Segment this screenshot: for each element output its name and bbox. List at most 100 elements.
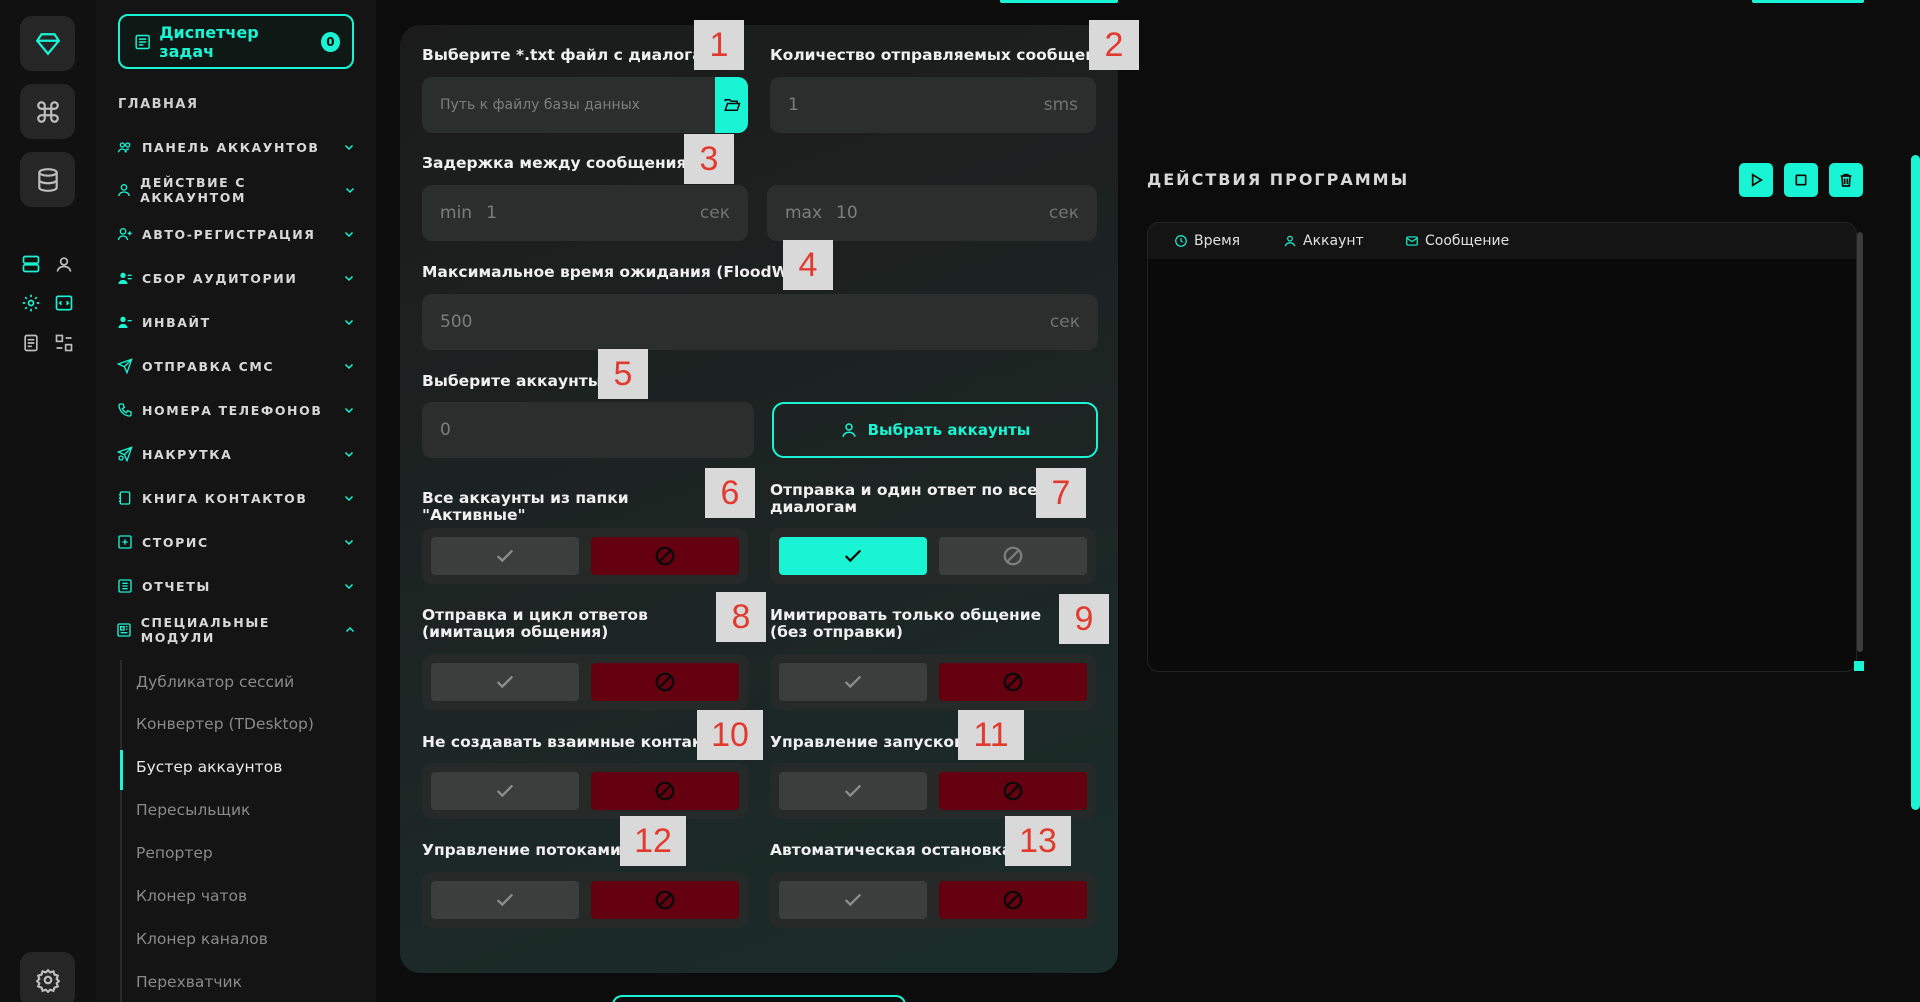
document-icon[interactable] (20, 332, 42, 354)
toggle-no[interactable] (939, 537, 1087, 575)
sidebar-subitem-converter[interactable]: Конвертер (TDesktop) (136, 715, 314, 733)
sidebar-subitem-session-duplicator[interactable]: Дубликатор сессий (136, 673, 294, 691)
block-icon (1003, 672, 1023, 692)
check-icon (844, 893, 862, 907)
sidebar-item-special-modules[interactable]: СПЕЦИАЛЬНЫЕ МОДУЛИ (116, 615, 356, 645)
stop-icon (1795, 174, 1807, 186)
sidebar-item-audience[interactable]: СБОР АУДИТОРИИ (116, 266, 356, 290)
chevron-down-icon (342, 227, 356, 241)
phone-icon (116, 401, 134, 419)
log-col-message[interactable]: Сообщение (1405, 233, 1509, 249)
chevron-down-icon (342, 403, 356, 417)
accounts-count-input[interactable]: 0 (422, 402, 754, 458)
message-count-input[interactable]: 1 sms (770, 77, 1096, 133)
option-imitate-only-label: Имитировать только общение (без отправки… (770, 606, 1042, 641)
sidebar-subitem-channel-cloner[interactable]: Клонер каналов (136, 930, 268, 948)
server-icon[interactable] (20, 253, 42, 275)
toggle-no[interactable] (591, 772, 739, 810)
sidebar-subitem-reporter[interactable]: Репортер (136, 844, 213, 862)
delay-label: Задержка между сообщениями (422, 154, 711, 172)
browse-file-button[interactable] (715, 77, 748, 133)
message-count-label: Количество отправляемых сообщений (770, 46, 1118, 64)
check-icon (496, 893, 514, 907)
floodwait-input[interactable]: 500 сек (422, 294, 1098, 350)
toggle-yes[interactable] (779, 881, 927, 919)
sidebar-item-stories[interactable]: СТОРИС (116, 530, 356, 554)
page-scrollbar[interactable] (1911, 155, 1920, 810)
start-button[interactable] (612, 995, 906, 1002)
toggle-yes[interactable] (779, 663, 927, 701)
log-col-account[interactable]: Аккаунт (1283, 233, 1364, 249)
command-icon[interactable] (20, 84, 75, 139)
log-table[interactable]: Время Аккаунт Сообщение (1147, 222, 1857, 672)
sidebar-item-invite[interactable]: ИНВАЙТ (116, 310, 356, 334)
boost-icon (116, 445, 134, 463)
toggle-yes[interactable] (779, 537, 927, 575)
top-tab-indicator (1000, 0, 1118, 3)
toggle-no[interactable] (591, 537, 739, 575)
toggle-yes[interactable] (431, 663, 579, 701)
marker-11: 11 (958, 710, 1024, 760)
code-window-icon[interactable] (53, 292, 75, 314)
sidebar-subitem-forwarder[interactable]: Пересыльщик (136, 801, 250, 819)
top-tab-indicator (1752, 0, 1864, 3)
sidebar-item-accounts-panel[interactable]: ПАНЕЛЬ АККАУНТОВ (116, 135, 356, 159)
sidebar-subitem-account-booster[interactable]: Бустер аккаунтов (136, 758, 282, 776)
marker-7: 7 (1036, 468, 1086, 518)
play-button[interactable] (1739, 163, 1773, 197)
option-active-folder-toggle (422, 528, 748, 584)
stop-button[interactable] (1784, 163, 1818, 197)
toggle-no[interactable] (591, 881, 739, 919)
toggle-yes[interactable] (431, 537, 579, 575)
sidebar-subitem-interceptor[interactable]: Перехватчик (136, 973, 242, 991)
log-col-time[interactable]: Время (1174, 233, 1240, 249)
profile-pin-icon[interactable] (53, 253, 75, 275)
block-icon (1003, 546, 1023, 566)
send-icon (116, 357, 134, 375)
accounts-label: Выберите аккаунты (422, 372, 602, 390)
clear-log-button[interactable] (1829, 163, 1863, 197)
diamond-icon[interactable] (20, 16, 75, 71)
option-launch-control-toggle (770, 763, 1096, 819)
toggle-no[interactable] (939, 772, 1087, 810)
sidebar-item-boost[interactable]: НАКРУТКА (116, 442, 356, 466)
swap-icon[interactable] (53, 332, 75, 354)
log-scrollbar[interactable] (1857, 232, 1863, 652)
sidebar-item-contact-book[interactable]: КНИГА КОНТАКТОВ (116, 486, 356, 510)
marker-13: 13 (1005, 816, 1071, 866)
sidebar-item-reports[interactable]: ОТЧЕТЫ (116, 574, 356, 598)
sidebar-item-auto-registration[interactable]: АВТО-РЕГИСТРАЦИЯ (116, 222, 356, 246)
toggle-no[interactable] (939, 881, 1087, 919)
block-icon (1003, 890, 1023, 910)
sidebar-subitem-chat-cloner[interactable]: Клонер чатов (136, 887, 247, 905)
option-send-one-reply-toggle (770, 528, 1096, 584)
toggle-yes[interactable] (431, 772, 579, 810)
block-icon (655, 546, 675, 566)
sidebar-item-phone-numbers[interactable]: НОМЕРА ТЕЛЕФОНОВ (116, 398, 356, 422)
check-icon (496, 549, 514, 563)
toggle-yes[interactable] (431, 881, 579, 919)
database-icon[interactable] (20, 152, 75, 207)
sidebar-item-account-action[interactable]: ДЕЙСТВИЕ С АККАУНТОМ (116, 175, 356, 205)
toggle-yes[interactable] (779, 772, 927, 810)
select-accounts-button[interactable]: Выбрать аккаунты (772, 402, 1098, 458)
option-threads-label: Управление потоками (422, 841, 621, 859)
task-manager-label: Диспетчер задач (159, 22, 259, 61)
user-icon (1284, 235, 1296, 247)
toggle-no[interactable] (591, 663, 739, 701)
delay-min-input[interactable]: min 1 сек (422, 185, 748, 241)
toggle-no[interactable] (939, 663, 1087, 701)
section-title: ГЛАВНАЯ (118, 97, 199, 112)
task-manager-button[interactable]: Диспетчер задач 0 (118, 14, 354, 69)
resize-handle[interactable] (1854, 661, 1864, 671)
sidebar-item-send-sms[interactable]: ОТПРАВКА СМС (116, 354, 356, 378)
gear-icon[interactable] (20, 292, 42, 314)
delay-max-input[interactable]: max 10 сек (767, 185, 1097, 241)
chevron-down-icon (342, 140, 356, 154)
chevron-down-icon (342, 535, 356, 549)
chevron-down-icon (342, 271, 356, 285)
file-path-input[interactable]: Путь к файлу базы данных (422, 77, 722, 133)
settings-icon[interactable] (20, 952, 75, 1002)
option-send-one-reply-label: Отправка и один ответ по всем диалогам (770, 481, 1051, 516)
file-label: Выберите *.txt файл с диалогами (422, 46, 727, 64)
